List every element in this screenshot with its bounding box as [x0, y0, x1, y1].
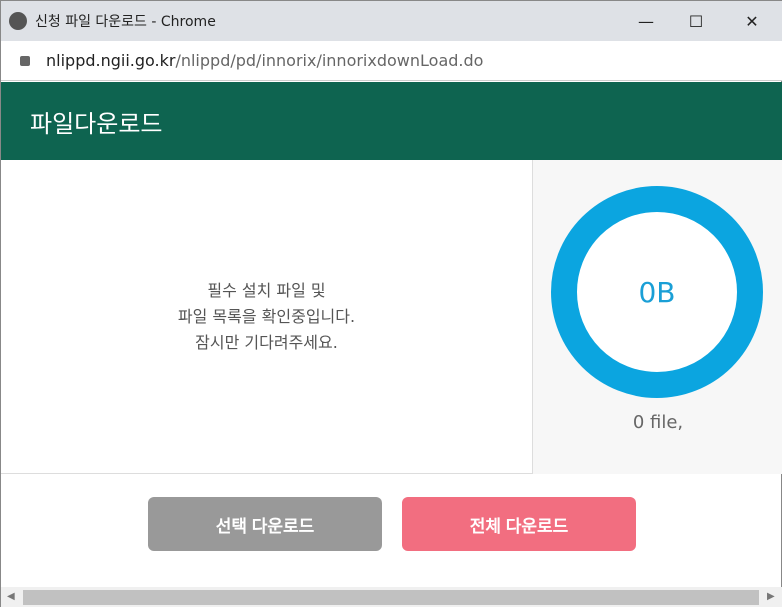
maximize-button[interactable]: ☐	[671, 1, 721, 41]
progress-ring: 0B	[551, 186, 763, 398]
scroll-right-icon[interactable]: ▶	[767, 591, 775, 602]
url-path: /nlippd/pd/innorix/innorixdownLoad.do	[175, 51, 484, 70]
scroll-left-icon[interactable]: ◀	[7, 591, 15, 602]
globe-icon	[9, 12, 27, 30]
scrollbar-thumb[interactable]	[23, 590, 759, 605]
status-line: 파일 목록을 확인중입니다.	[177, 307, 356, 326]
summary-panel: 0B 0 file,	[533, 160, 782, 474]
file-count: 0 file,	[632, 412, 684, 433]
select-download-button[interactable]: 선택 다운로드	[148, 497, 382, 551]
minimize-button[interactable]: —	[621, 1, 671, 41]
status-line: 잠시만 기다려주세요.	[195, 333, 338, 352]
window-title: 신청 파일 다운로드 - Chrome	[35, 14, 216, 30]
horizontal-scrollbar[interactable]: ◀ ▶	[1, 587, 782, 607]
main-panel: 필수 설치 파일 및 파일 목록을 확인중입니다. 잠시만 기다려주세요. 0B…	[1, 160, 782, 474]
all-download-button[interactable]: 전체 다운로드	[402, 497, 636, 551]
title-bar: 신청 파일 다운로드 - Chrome — ☐ ✕	[1, 1, 782, 41]
page-header: 파일다운로드	[1, 82, 782, 160]
status-line: 필수 설치 파일 및	[207, 281, 326, 300]
address-bar[interactable]: nlippd.ngii.go.kr/nlippd/pd/innorix/inno…	[1, 41, 782, 81]
url-host: nlippd.ngii.go.kr	[46, 51, 176, 70]
close-button[interactable]: ✕	[727, 1, 777, 41]
status-message: 필수 설치 파일 및 파일 목록을 확인중입니다. 잠시만 기다려주세요.	[1, 160, 533, 474]
lock-icon	[20, 55, 30, 66]
total-size: 0B	[638, 275, 676, 309]
